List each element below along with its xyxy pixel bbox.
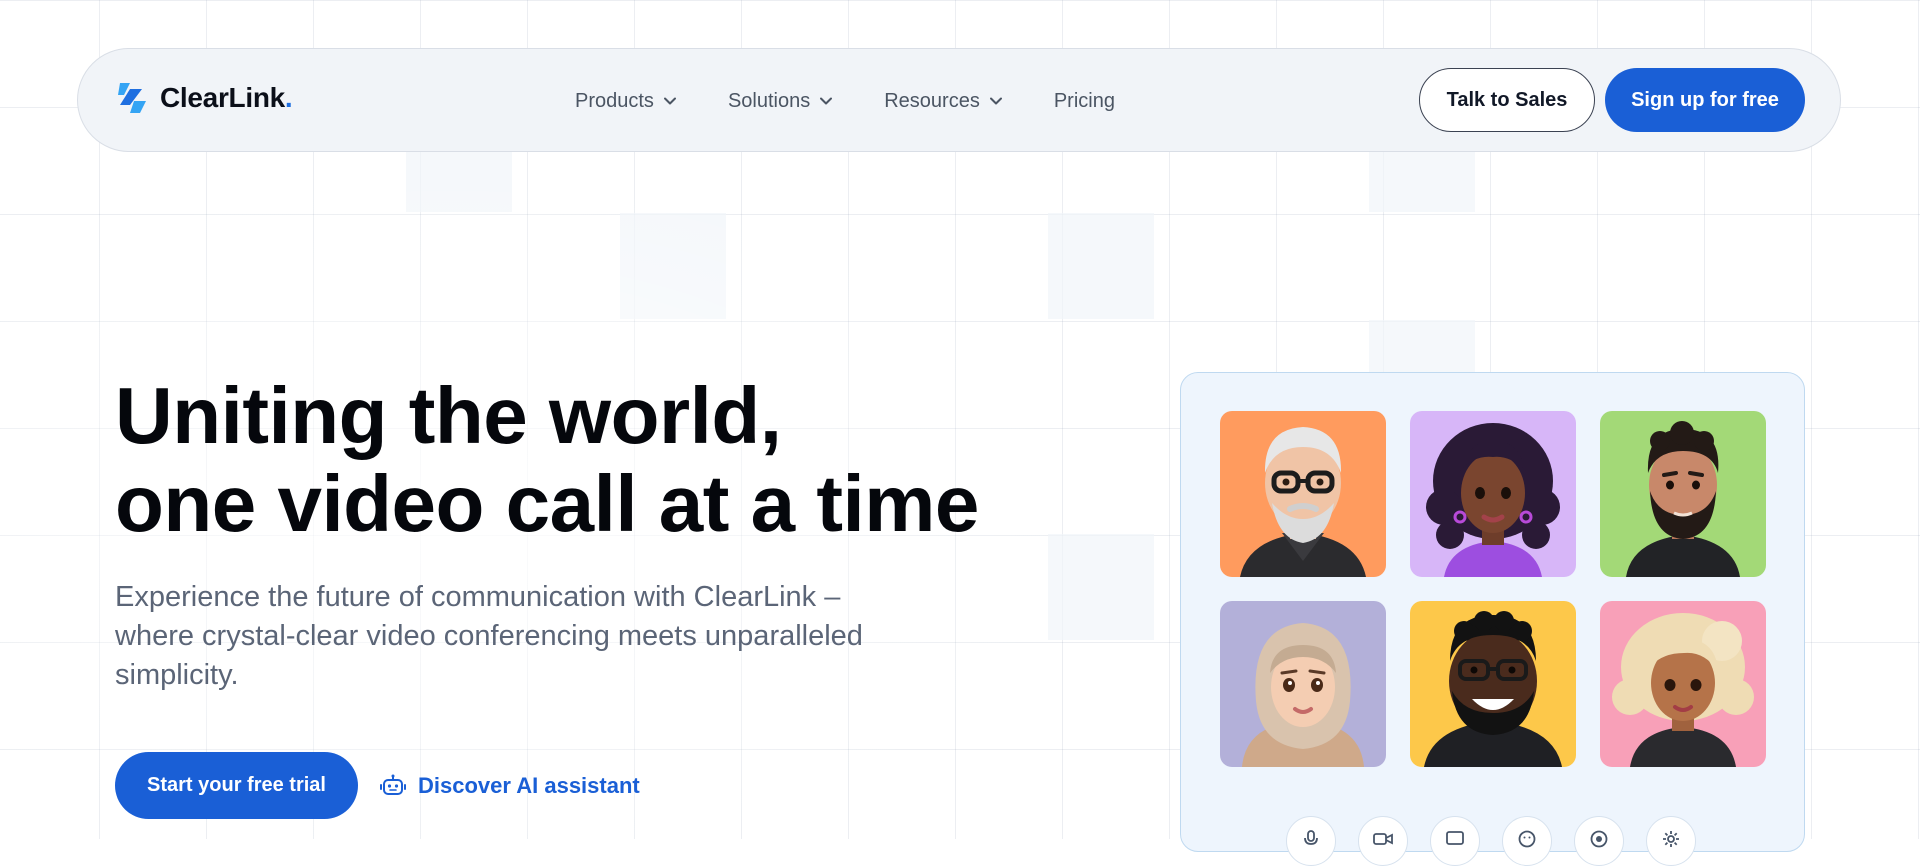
top-navbar: ClearLink. Products Solutions Resources … [77, 48, 1841, 152]
hero-title-line: one video call at a time [115, 459, 979, 548]
brand-name: ClearLink. [160, 82, 293, 113]
start-free-trial-button[interactable]: Start your free trial [115, 752, 358, 819]
talk-to-sales-button[interactable]: Talk to Sales [1419, 68, 1595, 132]
microphone-button[interactable] [1286, 816, 1336, 866]
participant-woman-hijab-avatar [1242, 623, 1364, 767]
participant-bearded-man-avatar [1626, 421, 1740, 577]
main-menu: Products Solutions Resources Pricing [575, 86, 1115, 116]
nav-item-pricing[interactable]: Pricing [1054, 86, 1115, 116]
nav-item-label: Resources [884, 89, 980, 112]
participant-curly-hair-woman-avatar [1426, 423, 1560, 577]
camera-icon [1373, 833, 1393, 845]
nav-item-label: Products [575, 89, 654, 112]
chat-button[interactable] [1430, 816, 1480, 866]
chat-icon [1446, 831, 1464, 845]
robot-icon [380, 774, 406, 795]
sign-up-button[interactable]: Sign up for free [1605, 68, 1805, 132]
video-call-preview [1180, 372, 1805, 866]
nav-item-resources[interactable]: Resources [884, 86, 1002, 116]
clearlink-logo-icon [118, 83, 146, 113]
hero-subtitle: Experience the future of communication w… [115, 581, 863, 691]
chevron-down-icon [820, 97, 833, 105]
settings-button[interactable] [1646, 816, 1696, 866]
record-button[interactable] [1574, 816, 1624, 866]
settings-icon [1663, 831, 1679, 847]
chevron-down-icon [989, 97, 1002, 105]
participant-blonde-woman-avatar [1612, 613, 1754, 767]
nav-item-solutions[interactable]: Solutions [727, 86, 833, 116]
camera-button[interactable] [1358, 816, 1408, 866]
record-icon [1590, 830, 1608, 848]
participant-tile[interactable] [1220, 601, 1386, 767]
emoji-button[interactable] [1502, 816, 1552, 866]
participant-tile[interactable] [1600, 601, 1766, 767]
discover-ai-assistant-label: Discover AI assistant [418, 773, 640, 798]
hero-title-line: Uniting the world, [115, 371, 782, 460]
call-controls [1286, 816, 1696, 866]
participant-older-man-avatar [1240, 427, 1366, 577]
nav-item-label: Pricing [1053, 89, 1115, 112]
participant-tile[interactable] [1410, 601, 1576, 767]
participant-tile[interactable] [1220, 411, 1386, 577]
microphone-icon [1304, 830, 1318, 845]
chevron-down-icon [663, 97, 676, 105]
participant-tile[interactable] [1410, 411, 1576, 577]
discover-ai-assistant-link[interactable]: Discover AI assistant [380, 766, 640, 806]
brand-logo[interactable]: ClearLink. [116, 81, 293, 115]
emoji-icon [1518, 830, 1536, 848]
nav-item-label: Solutions [727, 89, 811, 112]
nav-item-products[interactable]: Products [575, 86, 676, 116]
hero-title: Uniting the world, one video call at a t… [115, 372, 979, 548]
participant-tile[interactable] [1600, 411, 1766, 577]
participant-smiling-man-avatar [1424, 611, 1562, 767]
